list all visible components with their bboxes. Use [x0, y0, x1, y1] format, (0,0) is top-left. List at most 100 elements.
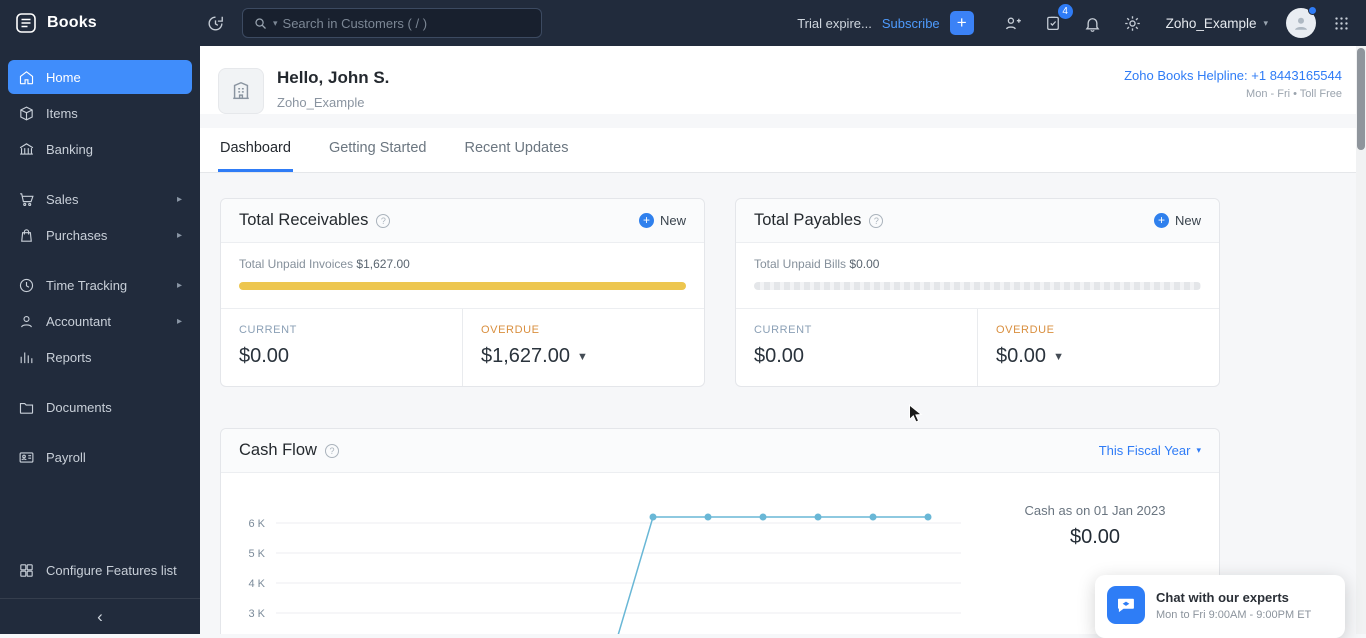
page-header: Hello, John S. Zoho_Example Zoho Books H… — [200, 46, 1366, 114]
recent-activity-icon[interactable] — [200, 8, 230, 38]
sidebar-item-label: Payroll — [46, 450, 86, 465]
sidebar-item-label: Documents — [46, 400, 112, 415]
total-payables-card: Total Payables ? + New Total Unpaid Bill… — [735, 198, 1220, 387]
sidebar-item-label: Sales — [46, 192, 79, 207]
chat-hours: Mon to Fri 9:00AM - 9:00PM ET — [1156, 609, 1311, 621]
new-invoice-button[interactable]: + New — [639, 213, 686, 228]
sidebar-item-label: Home — [46, 70, 81, 85]
svg-text:5 K: 5 K — [248, 548, 265, 560]
sidebar-item-time-tracking[interactable]: Time Tracking ▸ — [8, 268, 192, 302]
configure-features-label: Configure Features list — [46, 563, 177, 578]
cash-flow-card: Cash Flow ? This Fiscal Year ▾ 6 K5 K4 K… — [220, 428, 1220, 634]
fiscal-year-selector[interactable]: This Fiscal Year ▾ — [1099, 443, 1201, 458]
overdue-label: OVERDUE — [996, 324, 1201, 336]
dashboard-content: Total Receivables ? + New Total Unpaid I… — [200, 173, 1366, 634]
quick-create-button[interactable]: + — [950, 11, 974, 35]
user-avatar[interactable] — [1286, 8, 1316, 38]
search-scope-chevron-icon[interactable]: ▾ — [273, 18, 278, 29]
org-selector-label: Zoho_Example — [1166, 16, 1257, 31]
search-input[interactable] — [283, 16, 531, 31]
main-content: Hello, John S. Zoho_Example Zoho Books H… — [200, 46, 1366, 634]
cash-as-on-label: Cash as on 01 Jan 2023 — [971, 503, 1219, 518]
organization-icon — [218, 68, 264, 114]
brand[interactable]: Books — [0, 11, 200, 35]
total-receivables-card: Total Receivables ? + New Total Unpaid I… — [220, 198, 705, 387]
plus-icon: + — [639, 213, 654, 228]
scrollbar-track[interactable] — [1356, 46, 1366, 634]
plus-icon: + — [1154, 213, 1169, 228]
chat-widget[interactable]: Chat with our experts Mon to Fri 9:00AM … — [1095, 575, 1345, 638]
bell-icon[interactable] — [1078, 8, 1108, 38]
current-label: CURRENT — [239, 324, 444, 336]
unpaid-invoices-amount: $1,627.00 — [356, 257, 409, 271]
tab-getting-started[interactable]: Getting Started — [327, 128, 429, 172]
cashflow-chart: 6 K5 K4 K3 K — [221, 473, 971, 634]
sidebar-item-accountant[interactable]: Accountant ▸ — [8, 304, 192, 338]
sidebar-item-home[interactable]: Home — [8, 60, 192, 94]
overdue-dropdown-icon[interactable]: ▼ — [1053, 351, 1064, 363]
overdue-amount: $0.00 — [996, 345, 1046, 368]
help-icon[interactable]: ? — [869, 214, 883, 228]
expand-arrow-icon: ▸ — [177, 316, 182, 327]
page-title: Hello, John S. — [277, 68, 389, 88]
help-icon[interactable]: ? — [325, 444, 339, 458]
topbar: Books ▾ Trial expire... Subscribe + 4 Zo… — [0, 0, 1366, 46]
sidebar-item-purchases[interactable]: Purchases ▸ — [8, 218, 192, 252]
sidebar-item-reports[interactable]: Reports — [8, 340, 192, 374]
apps-grid-icon[interactable] — [1326, 8, 1356, 38]
scrollbar-thumb[interactable] — [1357, 48, 1365, 150]
sidebar-item-label: Banking — [46, 142, 93, 157]
dashboard-tabs: Dashboard Getting Started Recent Updates — [200, 128, 1366, 173]
accountant-icon — [18, 313, 35, 330]
reports-icon — [18, 349, 35, 366]
cash-as-on-value: $0.00 — [971, 526, 1219, 549]
sidebar-item-items[interactable]: Items — [8, 96, 192, 130]
helpline-link[interactable]: Zoho Books Helpline: +1 8443165544 — [1124, 68, 1342, 83]
subscribe-link[interactable]: Subscribe — [882, 16, 940, 31]
sidebar-item-sales[interactable]: Sales ▸ — [8, 182, 192, 216]
tab-recent-updates[interactable]: Recent Updates — [462, 128, 570, 172]
unpaid-invoices-line: Total Unpaid Invoices $1,627.00 — [239, 257, 686, 271]
notification-badge: 4 — [1058, 4, 1073, 19]
items-icon — [18, 105, 35, 122]
svg-text:3 K: 3 K — [248, 608, 265, 620]
unpaid-bills-line: Total Unpaid Bills $0.00 — [754, 257, 1201, 271]
sidebar-item-label: Accountant — [46, 314, 111, 329]
home-icon — [18, 69, 35, 86]
org-subtitle: Zoho_Example — [277, 95, 389, 110]
sidebar-item-configure-features[interactable]: Configure Features list — [8, 552, 192, 588]
announcements-icon[interactable]: 4 — [1038, 8, 1068, 38]
overdue-label: OVERDUE — [481, 324, 686, 336]
sidebar-collapse-button[interactable]: ‹ — [0, 598, 200, 634]
expand-arrow-icon: ▸ — [177, 194, 182, 205]
svg-text:4 K: 4 K — [248, 578, 265, 590]
sidebar-item-label: Reports — [46, 350, 92, 365]
global-search[interactable]: ▾ — [242, 8, 542, 38]
sidebar-item-banking[interactable]: Banking — [8, 132, 192, 166]
sidebar-item-payroll[interactable]: Payroll — [8, 440, 192, 474]
current-amount: $0.00 — [239, 345, 289, 368]
chevron-down-icon: ▾ — [1196, 445, 1201, 456]
helpline-hours: Mon - Fri • Toll Free — [1124, 88, 1342, 100]
purchases-icon — [18, 227, 35, 244]
chat-title: Chat with our experts — [1156, 590, 1311, 605]
settings-gear-icon[interactable] — [1118, 8, 1148, 38]
overdue-amount: $1,627.00 — [481, 345, 570, 368]
receivables-progress-bar — [239, 282, 686, 290]
sidebar-item-documents[interactable]: Documents — [8, 390, 192, 424]
card-title: Cash Flow — [239, 441, 317, 460]
refer-users-icon[interactable] — [998, 8, 1028, 38]
documents-icon — [18, 399, 35, 416]
payroll-icon — [18, 449, 35, 466]
overdue-dropdown-icon[interactable]: ▼ — [577, 351, 588, 363]
time-tracking-icon — [18, 277, 35, 294]
help-icon[interactable]: ? — [376, 214, 390, 228]
sidebar: Home Items Banking Sales ▸ Purchases ▸ — [0, 46, 200, 634]
configure-features-icon — [18, 562, 35, 579]
sidebar-item-label: Purchases — [46, 228, 107, 243]
tab-dashboard[interactable]: Dashboard — [218, 128, 293, 172]
brand-name: Books — [47, 14, 97, 32]
new-bill-button[interactable]: + New — [1154, 213, 1201, 228]
card-title: Total Payables — [754, 211, 861, 230]
org-selector[interactable]: Zoho_Example ▾ — [1158, 16, 1276, 31]
